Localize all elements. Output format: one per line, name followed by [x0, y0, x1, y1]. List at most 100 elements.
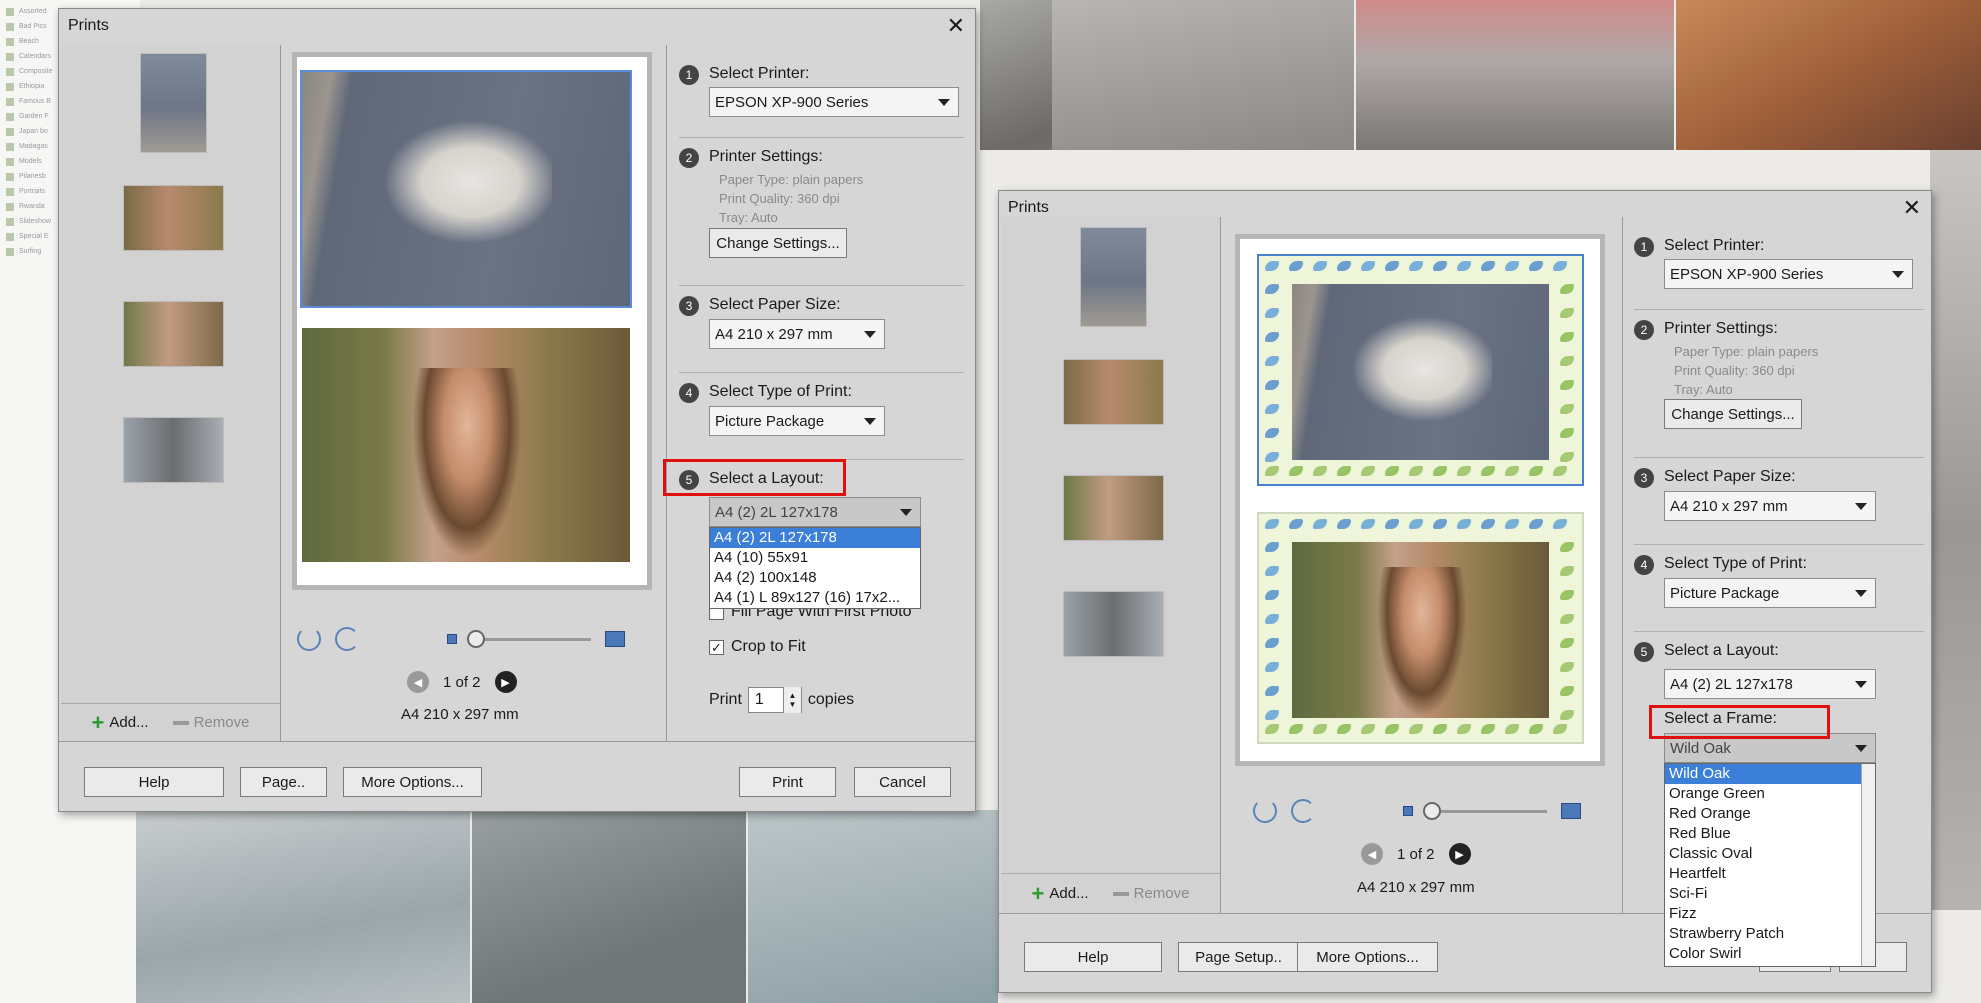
page-setup-button[interactable]: Page.. [240, 767, 327, 797]
rotate-left-icon[interactable] [1253, 799, 1277, 823]
paper-size-dropdown[interactable]: A4 210 x 297 mm [1664, 491, 1876, 521]
folder-icon [6, 97, 14, 106]
folder-label: Ethiopia [19, 83, 45, 90]
frame-option[interactable]: Wild Oak [1665, 764, 1875, 784]
close-icon[interactable]: ✕ [1903, 197, 1921, 219]
frame-leaf-decoration [1457, 261, 1471, 271]
zoom-slider[interactable] [1423, 801, 1547, 820]
frame-leaf-decoration [1265, 332, 1279, 342]
chevron-down-icon [1855, 744, 1867, 752]
remove-button[interactable]: Remove [172, 714, 249, 731]
add-button[interactable]: + Add... [92, 710, 149, 736]
thumbnail-woman-autumn[interactable] [123, 185, 224, 251]
cancel-button[interactable]: Cancel [854, 767, 951, 797]
frame-option[interactable]: Strawberry Patch [1665, 924, 1875, 944]
change-settings-button[interactable]: Change Settings... [1664, 399, 1802, 429]
frame-option[interactable]: Fizz [1665, 904, 1875, 924]
frame-option[interactable]: Classic Oval [1665, 844, 1875, 864]
print-type-dropdown[interactable]: Picture Package [709, 406, 885, 436]
copies-value[interactable]: 1 [749, 691, 783, 709]
stepper-arrows-icon[interactable]: ▲ ▼ [782, 687, 801, 713]
rotate-right-icon[interactable] [1291, 799, 1315, 823]
folder-icon [6, 37, 14, 46]
close-icon[interactable]: ✕ [947, 15, 965, 37]
chevron-down-icon [1855, 680, 1867, 688]
layout-option[interactable]: A4 (2) 100x148 [710, 568, 920, 588]
divider [1622, 217, 1623, 913]
thumbnail-woman-street[interactable] [123, 417, 224, 483]
printer-dropdown[interactable]: EPSON XP-900 Series [709, 87, 959, 117]
print-button[interactable]: Print [739, 767, 836, 797]
zoom-in-icon[interactable] [1561, 803, 1581, 819]
thumbnail-woman-portrait[interactable] [1063, 475, 1164, 541]
step-label: Select a Layout: [1664, 642, 1779, 659]
frame-list-scrollbar[interactable] [1861, 764, 1875, 966]
frame-option[interactable]: Red Blue [1665, 824, 1875, 844]
frame-leaf-decoration [1289, 724, 1303, 734]
frame-leaf-decoration [1553, 724, 1567, 734]
step-number: 2 [679, 148, 699, 168]
layout-option[interactable]: A4 (1) L 89x127 (16) 17x2... [710, 588, 920, 608]
framed-photo-1[interactable] [1257, 254, 1584, 486]
frame-option[interactable]: Red Orange [1665, 804, 1875, 824]
frame-leaf-decoration [1481, 519, 1495, 529]
folder-label: Assorted [19, 8, 47, 15]
frame-leaf-decoration [1409, 261, 1423, 271]
print-type-dropdown[interactable]: Picture Package [1664, 578, 1876, 608]
rotate-right-icon[interactable] [335, 627, 359, 651]
layout-dropdown[interactable]: A4 (2) 2L 127x178 [1664, 669, 1876, 699]
thumbnail-woman-autumn[interactable] [1063, 359, 1164, 425]
add-button[interactable]: + Add... [1032, 881, 1089, 907]
paper-size-dropdown[interactable]: A4 210 x 297 mm [709, 319, 885, 349]
zoom-slider[interactable] [467, 629, 591, 648]
folder-icon [6, 52, 14, 61]
prints-dialog-right: Prints ✕ + Add... Remove ◀ 1 of 2 ▶ A4 2… [998, 190, 1932, 993]
remove-button[interactable]: Remove [1112, 885, 1189, 902]
zoom-out-icon[interactable] [447, 634, 457, 644]
printer-dropdown[interactable]: EPSON XP-900 Series [1664, 259, 1913, 289]
frame-option[interactable]: Sci-Fi [1665, 884, 1875, 904]
previous-page-icon[interactable]: ◀ [1361, 843, 1383, 865]
thumbnail-woman-street[interactable] [1063, 591, 1164, 657]
next-page-icon[interactable]: ▶ [494, 671, 517, 693]
change-settings-button[interactable]: Change Settings... [709, 228, 847, 258]
more-options-button[interactable]: More Options... [1297, 942, 1438, 972]
folder-label: Japan bo [19, 128, 48, 135]
zoom-slider-knob[interactable] [1423, 801, 1441, 820]
frame-leaf-decoration [1265, 542, 1279, 552]
frame-leaf-decoration [1337, 261, 1351, 271]
more-options-button[interactable]: More Options... [343, 767, 482, 797]
checkbox[interactable]: ✓ [709, 639, 724, 655]
rotate-left-icon[interactable] [297, 627, 321, 651]
frame-option[interactable]: Color Swirl [1665, 944, 1875, 964]
printer-settings-details: Paper Type: plain papers Print Quality: … [719, 170, 863, 227]
help-button[interactable]: Help [84, 767, 224, 797]
page-setup-button[interactable]: Page Setup.. [1178, 942, 1299, 972]
background-photo-surf3 [748, 810, 998, 1003]
zoom-in-icon[interactable] [605, 631, 625, 647]
layout-option[interactable]: A4 (2) 2L 127x178 [710, 528, 920, 548]
copies-stepper[interactable]: 1 ▲ ▼ [747, 687, 802, 713]
preview-photo-1[interactable] [300, 70, 632, 308]
frame-leaf-decoration [1553, 519, 1567, 529]
frame-option[interactable]: Orange Green [1665, 784, 1875, 804]
zoom-slider-knob[interactable] [467, 629, 485, 648]
previous-page-icon[interactable]: ◀ [407, 671, 429, 693]
add-label: Add... [1049, 885, 1089, 902]
help-button[interactable]: Help [1024, 942, 1162, 972]
zoom-out-icon[interactable] [1403, 806, 1413, 816]
thumbnail-girl-sitting[interactable] [1080, 227, 1147, 327]
frame-option[interactable]: Heartfelt [1665, 864, 1875, 884]
layout-option[interactable]: A4 (10) 55x91 [710, 548, 920, 568]
framed-photo-2[interactable] [1257, 512, 1584, 744]
page-indicator: 1 of 2 [443, 673, 481, 691]
tray-text: Tray: Auto [719, 210, 778, 225]
preview-photo-2[interactable] [302, 328, 630, 562]
frame-leaf-decoration [1337, 519, 1351, 529]
next-page-icon[interactable]: ▶ [1448, 843, 1471, 865]
thumbnail-woman-portrait[interactable] [123, 301, 224, 367]
frame-leaf-decoration [1265, 466, 1279, 476]
layout-dropdown[interactable]: A4 (2) 2L 127x178 [709, 497, 921, 527]
thumbnail-girl-sitting[interactable] [140, 53, 207, 153]
crop-to-fit-checkbox[interactable]: ✓ Crop to Fit [709, 638, 806, 656]
